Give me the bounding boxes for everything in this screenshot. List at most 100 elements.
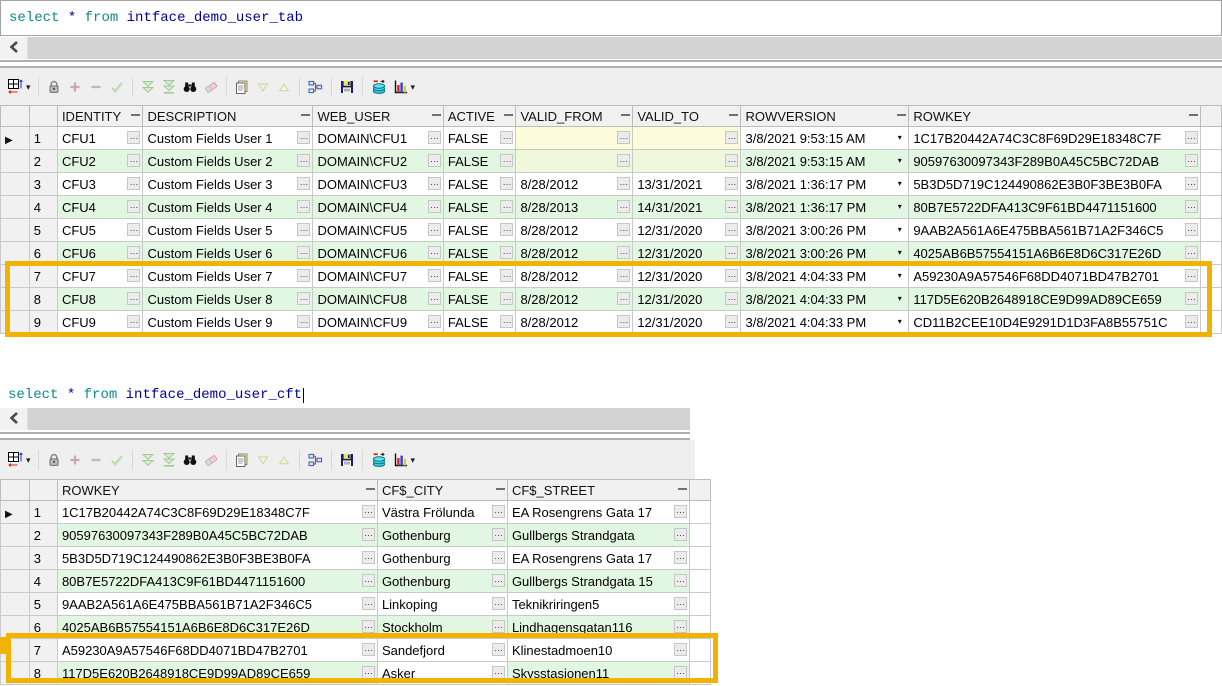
grid-cell[interactable]: DOMAIN\CFU5… (313, 219, 443, 242)
cell-ellipsis-button[interactable]: … (428, 154, 441, 167)
cell-ellipsis-button[interactable]: … (500, 223, 513, 236)
row-indicator-cell[interactable] (1, 150, 30, 173)
fetch-next-button[interactable] (138, 448, 158, 472)
grid-cell[interactable]: Custom Fields User 9… (143, 311, 313, 334)
cell-ellipsis-button[interactable]: … (617, 131, 630, 144)
grid-cell[interactable]: 8/28/2013… (516, 196, 633, 219)
cell-ellipsis-button[interactable]: … (127, 292, 140, 305)
cell-ellipsis-button[interactable]: … (617, 200, 630, 213)
cell-dropdown-button[interactable]: ▾ (893, 154, 906, 167)
grid-cell[interactable]: FALSE… (443, 196, 516, 219)
grid-cell[interactable]: DOMAIN\CFU2… (313, 150, 443, 173)
row-number-cell[interactable]: 9 (29, 311, 57, 334)
move-down-button[interactable] (253, 448, 273, 472)
cell-ellipsis-button[interactable]: … (492, 551, 505, 564)
column-header-cf-city[interactable]: CF$_CITY (377, 480, 507, 501)
cell-ellipsis-button[interactable]: … (617, 269, 630, 282)
post-changes-button[interactable] (107, 448, 127, 472)
cell-ellipsis-button[interactable]: … (362, 597, 375, 610)
cell-ellipsis-button[interactable]: … (725, 177, 738, 190)
grid-cell[interactable]: 80B7E5722DFA413C9F61BD4471151600… (57, 570, 377, 593)
cell-ellipsis-button[interactable]: … (725, 269, 738, 282)
grid-cell[interactable]: Asker… (377, 662, 507, 685)
cell-ellipsis-button[interactable]: … (500, 177, 513, 190)
column-header-rowkey[interactable]: ROWKEY (909, 106, 1201, 127)
column-resize-handle[interactable] (432, 114, 441, 116)
cell-ellipsis-button[interactable]: … (127, 315, 140, 328)
cell-ellipsis-button[interactable]: … (725, 315, 738, 328)
grid-cell[interactable]: Custom Fields User 1… (143, 127, 313, 150)
cell-ellipsis-button[interactable]: … (297, 246, 310, 259)
cell-ellipsis-button[interactable]: … (297, 269, 310, 282)
grid-cell[interactable]: … (633, 127, 741, 150)
move-down-button[interactable] (253, 75, 273, 99)
grid-cell[interactable]: FALSE… (443, 288, 516, 311)
grid-cell[interactable]: Klinestadmoen10… (507, 639, 689, 662)
cell-dropdown-button[interactable]: ▾ (893, 200, 906, 213)
row-number-cell[interactable]: 8 (29, 662, 57, 685)
cell-ellipsis-button[interactable]: … (500, 246, 513, 259)
grid-cell[interactable]: 4025AB6B57554151A6B6E8D6C317E26D… (909, 242, 1201, 265)
row-indicator-cell[interactable] (1, 639, 30, 662)
commit-database-button[interactable] (368, 448, 390, 472)
row-number-cell[interactable]: 2 (29, 150, 57, 173)
sql-editor-bottom[interactable]: select * from intface_demo_user_cft (0, 378, 690, 408)
move-up-button[interactable] (274, 75, 294, 99)
column-resize-handle[interactable] (504, 114, 513, 116)
grid-cell[interactable]: Gullbergs Strandgata… (507, 524, 689, 547)
grid-cell[interactable]: DOMAIN\CFU8… (313, 288, 443, 311)
sort-tree-button[interactable] (305, 75, 326, 99)
grid-cell[interactable]: CFU8… (57, 288, 143, 311)
row-indicator-cell[interactable] (1, 524, 30, 547)
grid-cell[interactable]: Custom Fields User 7… (143, 265, 313, 288)
cell-ellipsis-button[interactable]: … (725, 292, 738, 305)
horizontal-scrollbar-top[interactable] (0, 37, 1222, 59)
cell-ellipsis-button[interactable]: … (1185, 154, 1198, 167)
grid-cell[interactable]: Custom Fields User 2… (143, 150, 313, 173)
fetch-all-button[interactable] (159, 75, 179, 99)
grid-cell[interactable]: CFU2… (57, 150, 143, 173)
column-header-rowversion[interactable]: ROWVERSION (741, 106, 909, 127)
cell-ellipsis-button[interactable]: … (500, 315, 513, 328)
scrollbar-track[interactable] (28, 37, 1222, 59)
cell-ellipsis-button[interactable]: … (617, 223, 630, 236)
grid-cell[interactable]: 12/31/2020… (633, 311, 741, 334)
cell-ellipsis-button[interactable]: … (725, 131, 738, 144)
grid-cell[interactable]: Sandefjord… (377, 639, 507, 662)
cell-ellipsis-button[interactable]: … (725, 223, 738, 236)
revert-button[interactable] (201, 75, 221, 99)
grid-cell[interactable]: 9AAB2A561A6E475BBA561B71A2F346C5… (57, 593, 377, 616)
grid-cell[interactable]: DOMAIN\CFU3… (313, 173, 443, 196)
grid-cell[interactable]: Gothenburg… (377, 570, 507, 593)
cell-ellipsis-button[interactable]: … (428, 200, 441, 213)
cell-ellipsis-button[interactable]: … (362, 505, 375, 518)
cell-ellipsis-button[interactable]: … (674, 666, 687, 679)
cell-ellipsis-button[interactable]: … (492, 666, 505, 679)
column-resize-handle[interactable] (496, 488, 505, 490)
grid-cell[interactable]: 12/31/2020… (633, 288, 741, 311)
insert-row-button[interactable] (65, 75, 85, 99)
cell-ellipsis-button[interactable]: … (674, 551, 687, 564)
grid-cell[interactable]: A59230A9A57546F68DD4071BD47B2701… (57, 639, 377, 662)
grid-cell[interactable]: 90597630097343F289B0A45C5BC72DAB… (909, 150, 1201, 173)
cell-ellipsis-button[interactable]: … (297, 223, 310, 236)
grid-cell[interactable]: 3/8/2021 4:04:33 PM▾ (741, 288, 909, 311)
grid-cell[interactable]: Västra Frölunda… (377, 501, 507, 524)
row-number-cell[interactable]: 1 (29, 501, 57, 524)
grid-cell[interactable]: Stockholm… (377, 616, 507, 639)
cell-ellipsis-button[interactable]: … (297, 292, 310, 305)
cell-ellipsis-button[interactable]: … (362, 643, 375, 656)
cell-ellipsis-button[interactable]: … (362, 574, 375, 587)
cell-ellipsis-button[interactable]: … (500, 200, 513, 213)
cell-ellipsis-button[interactable]: … (725, 246, 738, 259)
grid-cell[interactable]: … (633, 150, 741, 173)
column-header-rowkey[interactable]: ROWKEY (57, 480, 377, 501)
grid-cell[interactable]: 9AAB2A561A6E475BBA561B71A2F346C5… (909, 219, 1201, 242)
cell-dropdown-button[interactable]: ▾ (893, 315, 906, 328)
cell-ellipsis-button[interactable]: … (1185, 131, 1198, 144)
cell-ellipsis-button[interactable]: … (674, 620, 687, 633)
cell-dropdown-button[interactable]: ▾ (893, 246, 906, 259)
lock-button[interactable] (44, 448, 64, 472)
column-resize-handle[interactable] (131, 114, 140, 116)
row-number-cell[interactable]: 2 (29, 524, 57, 547)
